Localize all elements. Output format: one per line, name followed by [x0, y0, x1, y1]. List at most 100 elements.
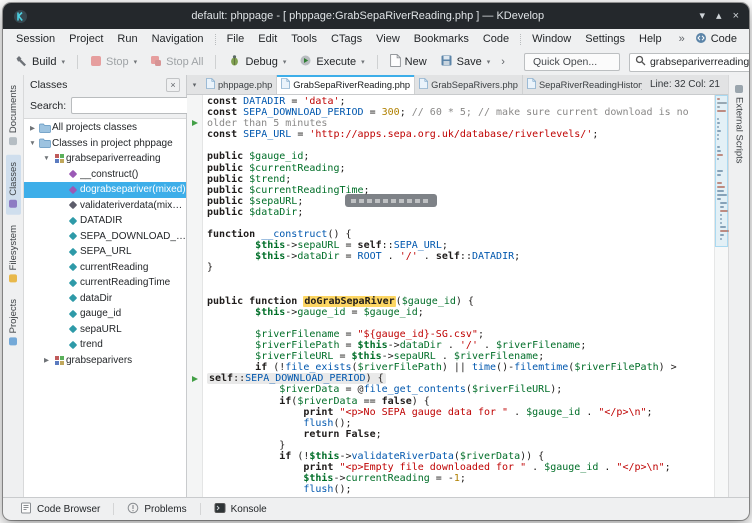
editor-tab-separiverreadinghistory-php[interactable]: SepaRiverReadingHistory.php [523, 75, 642, 94]
tree-item-currentreadingtime[interactable]: currentReadingTime [24, 275, 186, 291]
menu-help[interactable]: Help [632, 31, 669, 47]
code-line: public $currentReading; [207, 163, 728, 174]
menu-group-file: FileEditToolsCTagsViewBookmarksCode [220, 31, 517, 47]
editor-gutter[interactable] [187, 95, 203, 497]
dropdown-arrow-icon: ▾ [361, 58, 365, 66]
php-file-icon [419, 78, 428, 91]
stop-label: Stop [106, 56, 129, 68]
close-icon[interactable]: × [733, 11, 739, 22]
dock-tab-projects[interactable]: Projects [6, 292, 21, 352]
search-input[interactable] [650, 56, 749, 68]
tree-item-label: SEPA_URL [80, 246, 132, 257]
stop-all-label: Stop All [166, 56, 203, 68]
menu-edit[interactable]: Edit [251, 31, 284, 47]
menu-tools[interactable]: Tools [284, 31, 324, 47]
code-line: function __construct() { [207, 229, 728, 240]
menu-window[interactable]: Window [525, 31, 578, 47]
menu-navigation[interactable]: Navigation [145, 31, 211, 47]
stop-all-icon [150, 55, 162, 70]
dock-tab-documents[interactable]: Documents [6, 78, 21, 152]
kdevelop-app-icon [13, 9, 28, 24]
panel-close-icon[interactable]: × [166, 78, 180, 92]
stop-button[interactable]: Stop ▾ [84, 52, 143, 73]
code-area[interactable]: const DATADIR = 'data';const SEPA_DOWNLO… [203, 95, 728, 497]
toolbar-overflow-icon[interactable]: › [497, 56, 509, 68]
tree-item-sepa-download-period[interactable]: SEPA_DOWNLOAD_PERIOD [24, 229, 186, 245]
code-line: print "<p>Empty file downloaded for " . … [207, 462, 728, 473]
tree-item-datadir[interactable]: dataDir [24, 291, 186, 307]
menu-session[interactable]: Session [9, 31, 62, 47]
execute-button[interactable]: Execute ▾ [293, 51, 370, 73]
code-line: $riverFilePath = $this->dataDir . '/' . … [207, 340, 728, 351]
tree-item-grabseparivers[interactable]: ▶grabseparivers [24, 353, 186, 369]
menu-file[interactable]: File [220, 31, 252, 47]
debug-button[interactable]: Debug ▾ [222, 51, 292, 73]
tree-item-classes-in-project-phppage[interactable]: ▼ Classes in project phppage [24, 136, 186, 152]
tree-item-label: Classes in project phppage [52, 138, 173, 149]
tree-item-label: currentReadingTime [80, 277, 170, 288]
dock-tab-filesystem[interactable]: Filesystem [6, 218, 21, 289]
dock-tab-external-scripts[interactable]: External Scripts [732, 78, 747, 171]
tree-item-trend[interactable]: trend [24, 337, 186, 353]
editor-tabbar: ▾ phppage.php GrabSepaRiverReading.phpGra… [187, 75, 728, 95]
tree-item-sepa-url[interactable]: SEPA_URL [24, 244, 186, 260]
tree-item-datadir[interactable]: DATADIR [24, 213, 186, 229]
code-line: const SEPA_DOWNLOAD_PERIOD = 300; // 60 … [207, 107, 728, 118]
tree-item-construct[interactable]: __construct() [24, 167, 186, 183]
editor-tab-grabsepariverreading-php[interactable]: GrabSepaRiverReading.php [277, 75, 415, 94]
menu-settings[interactable]: Settings [578, 31, 632, 47]
menu-ctags[interactable]: CTags [324, 31, 369, 47]
menubar-overflow-icon[interactable]: » [675, 33, 689, 45]
expander-icon[interactable]: ▼ [41, 155, 52, 162]
code-line: flush(); [207, 418, 728, 429]
stop-all-button[interactable]: Stop All [144, 52, 209, 73]
expander-icon[interactable]: ▼ [27, 140, 38, 147]
tab-list-chevron-icon[interactable]: ▾ [187, 75, 202, 94]
code-editor[interactable]: const DATADIR = 'data';const SEPA_DOWNLO… [187, 95, 728, 497]
field-icon [66, 342, 80, 348]
konsole-button[interactable]: Konsole [207, 500, 274, 519]
minimap-scrollbar[interactable] [714, 95, 728, 497]
expander-icon[interactable]: ▶ [41, 356, 52, 364]
toolbar: Build ▾ Stop ▾ Stop All Debug ▾ Execute … [3, 49, 749, 75]
maximize-icon[interactable]: ▴ [716, 11, 722, 22]
tree-item-currentreading[interactable]: currentReading [24, 260, 186, 276]
editor-tab-grabseparivers-php[interactable]: GrabSepaRivers.php [415, 75, 523, 94]
build-button[interactable]: Build ▾ [9, 51, 71, 73]
editor-tab-phppage-php[interactable]: phppage.php [202, 75, 277, 94]
folder-icon [38, 123, 52, 133]
menu-separator [520, 34, 521, 45]
problems-button[interactable]: Problems [120, 500, 193, 519]
minimize-icon[interactable]: ▾ [700, 11, 706, 22]
code-browser-button[interactable]: Code Browser [13, 500, 107, 519]
code-corner-button[interactable]: Code [689, 31, 743, 48]
tree-item-dograbsepariver-mixed[interactable]: dograbsepariver(mixed) [24, 182, 186, 198]
quick-open-field[interactable]: Quick Open... [524, 53, 620, 71]
classes-search-row: Search: × [24, 95, 186, 118]
menu-run[interactable]: Run [110, 31, 144, 47]
tab-label: phppage.php [218, 80, 272, 90]
tree-item-all-projects-classes[interactable]: ▶All projects classes [24, 120, 186, 136]
right-dock-tabbar: External Scripts [728, 75, 749, 497]
tree-item-validateriverdata-mixed[interactable]: validateriverdata(mixed) [24, 198, 186, 214]
code-line: self::SEPA_DOWNLOAD_PERIOD) { [207, 373, 728, 384]
menu-view[interactable]: View [369, 31, 407, 47]
tree-item-grabsepariverreading[interactable]: ▼grabsepariverreading [24, 151, 186, 167]
problems-icon [127, 502, 139, 517]
menu-code[interactable]: Code [476, 31, 516, 47]
menu-bookmarks[interactable]: Bookmarks [407, 31, 476, 47]
code-browser-icon [20, 502, 32, 517]
new-document-button[interactable]: New [384, 51, 433, 73]
tree-item-sepaurl[interactable]: sepaURL [24, 322, 186, 338]
menu-project[interactable]: Project [62, 31, 110, 47]
classes-tree[interactable]: ▶All projects classes▼Classes in project… [24, 118, 186, 497]
tree-item-label: currentReading [80, 262, 148, 273]
menu-group-window: WindowSettingsHelp [525, 31, 669, 47]
dock-tab-classes[interactable]: Classes [6, 155, 21, 215]
tree-item-gauge-id[interactable]: gauge_id [24, 306, 186, 322]
search-label: Search: [30, 100, 66, 112]
editor-column: ▾ phppage.php GrabSepaRiverReading.phpGra… [187, 75, 728, 497]
new-label: New [405, 56, 427, 68]
save-button[interactable]: Save ▾ [434, 51, 497, 73]
expander-icon[interactable]: ▶ [27, 124, 38, 132]
